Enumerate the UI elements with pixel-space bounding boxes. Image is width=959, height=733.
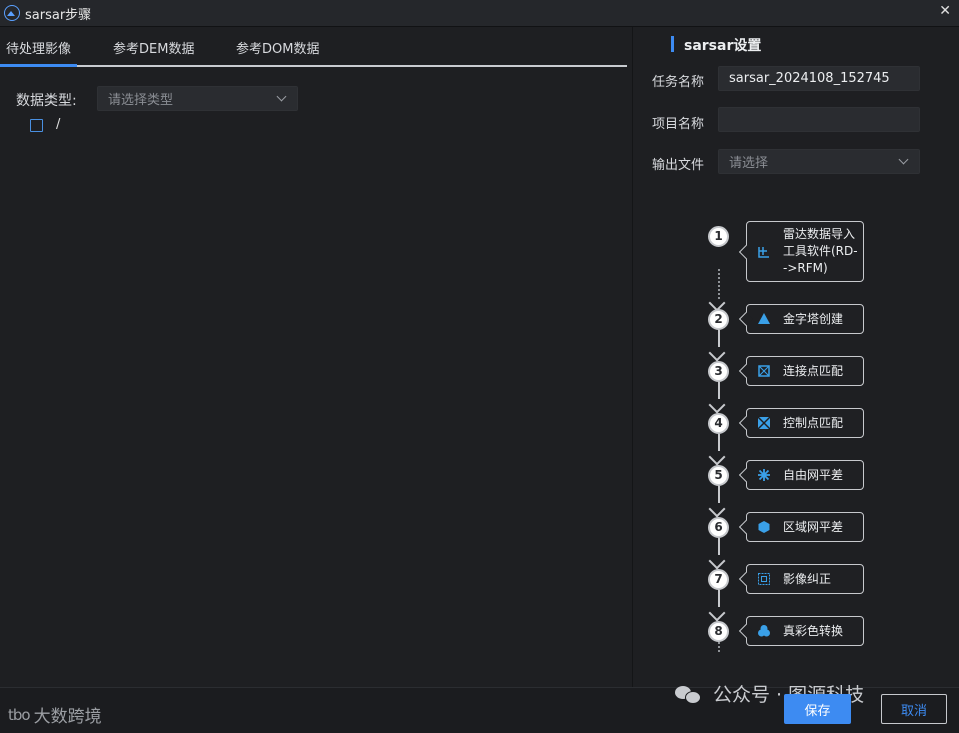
task-name-label: 任务名称 xyxy=(652,75,705,90)
settings-pane: sarsar设置 任务名称 sarsar_2024108_152745 项目名称… xyxy=(633,27,959,687)
project-name-label: 项目名称 xyxy=(652,117,705,132)
tab-reference-dom[interactable]: 参考DOM数据 xyxy=(236,38,319,57)
data-type-label: 数据类型: xyxy=(16,93,77,109)
import-icon xyxy=(758,246,769,258)
step-label: 控制点匹配 xyxy=(783,415,844,430)
flow-connector xyxy=(718,269,720,299)
step-label: 影像纠正 xyxy=(783,571,832,586)
cancel-button[interactable]: 取消 xyxy=(881,694,947,724)
step-number: 5 xyxy=(708,465,729,486)
step-label: 连接点匹配 xyxy=(783,363,844,378)
step-label: 自由网平差 xyxy=(783,467,844,482)
step-pyramid[interactable]: 金字塔创建 xyxy=(746,304,864,334)
flow-arrow xyxy=(708,344,726,362)
step-number: 1 xyxy=(708,226,729,247)
flow-connector xyxy=(718,486,720,503)
step-number: 8 xyxy=(708,621,729,642)
flow-arrow xyxy=(708,552,726,570)
step-tie-point-matching[interactable]: 连接点匹配 xyxy=(746,356,864,386)
step-true-color-conversion[interactable]: 真彩色转换 xyxy=(746,616,864,646)
flow-connector xyxy=(718,590,720,607)
step-label: 区域网平差 xyxy=(783,519,844,534)
output-file-select[interactable]: 请选择 xyxy=(718,149,920,174)
step-image-rectification[interactable]: 影像纠正 xyxy=(746,564,864,594)
step-number: 2 xyxy=(708,309,729,330)
control-point-icon xyxy=(757,416,771,430)
step-control-point-matching[interactable]: 控制点匹配 xyxy=(746,408,864,438)
step-number: 3 xyxy=(708,361,729,382)
tab-bar: 待处理影像 参考DEM数据 参考DOM数据 xyxy=(0,27,627,67)
output-file-label: 输出文件 xyxy=(652,158,705,173)
watermark-left: tbo 大数跨境 xyxy=(8,702,102,728)
tie-point-icon xyxy=(758,365,770,377)
save-button[interactable]: 保存 xyxy=(784,694,851,724)
flow-arrow xyxy=(708,448,726,466)
window-title: sarsar步骤 xyxy=(25,7,92,23)
step-number: 7 xyxy=(708,569,729,590)
step-radar-import[interactable]: 雷达数据导入工具软件(RD-->RFM) xyxy=(746,221,864,282)
chevron-down-icon xyxy=(898,154,909,165)
tab-pending-images[interactable]: 待处理影像 xyxy=(0,38,78,67)
step-free-network-adjustment[interactable]: 自由网平差 xyxy=(746,460,864,490)
left-pane: 待处理影像 参考DEM数据 参考DOM数据 数据类型: 请选择类型 / xyxy=(0,27,632,687)
step-label: 真彩色转换 xyxy=(783,623,844,638)
data-type-select[interactable]: 请选择类型 xyxy=(97,86,298,111)
chevron-down-icon xyxy=(276,91,287,102)
title-bar: sarsar步骤 ✕ xyxy=(0,0,959,27)
app-logo-icon xyxy=(4,5,20,21)
step-label: 金字塔创建 xyxy=(783,311,844,326)
step-label: 雷达数据导入工具软件(RD-->RFM) xyxy=(783,227,858,275)
data-type-placeholder: 请选择类型 xyxy=(108,93,174,108)
block-adjust-icon xyxy=(758,521,770,533)
step-block-adjustment[interactable]: 区域网平差 xyxy=(746,512,864,542)
step-number: 4 xyxy=(708,413,729,434)
tree-item-checkbox[interactable] xyxy=(30,119,43,132)
true-color-icon xyxy=(758,625,770,637)
close-icon[interactable]: ✕ xyxy=(939,3,951,19)
watermark-left-text: 大数跨境 xyxy=(33,707,102,727)
tab-reference-dem[interactable]: 参考DEM数据 xyxy=(113,38,194,57)
watermark-logo: tbo xyxy=(8,705,31,724)
flow-connector xyxy=(718,330,720,347)
flow-arrow xyxy=(708,396,726,414)
section-accent-bar xyxy=(671,36,674,52)
pyramid-icon xyxy=(758,313,770,324)
free-network-icon xyxy=(758,469,770,481)
flow-connector xyxy=(718,642,720,652)
rectify-icon xyxy=(758,573,770,585)
output-file-placeholder: 请选择 xyxy=(729,156,769,171)
flow-connector xyxy=(718,538,720,555)
wechat-icon xyxy=(675,684,701,704)
project-name-input[interactable] xyxy=(718,107,920,132)
step-number: 6 xyxy=(708,517,729,538)
task-name-input[interactable]: sarsar_2024108_152745 xyxy=(718,66,920,91)
tree-item-label: / xyxy=(56,117,61,132)
flow-connector xyxy=(718,382,720,399)
flow-connector xyxy=(718,434,720,451)
settings-title: sarsar设置 xyxy=(684,38,762,54)
flow-arrow xyxy=(708,500,726,518)
flow-arrow xyxy=(708,604,726,622)
footer-bar: tbo 大数跨境 公众号 · 图源科技 保存 取消 xyxy=(0,684,959,733)
